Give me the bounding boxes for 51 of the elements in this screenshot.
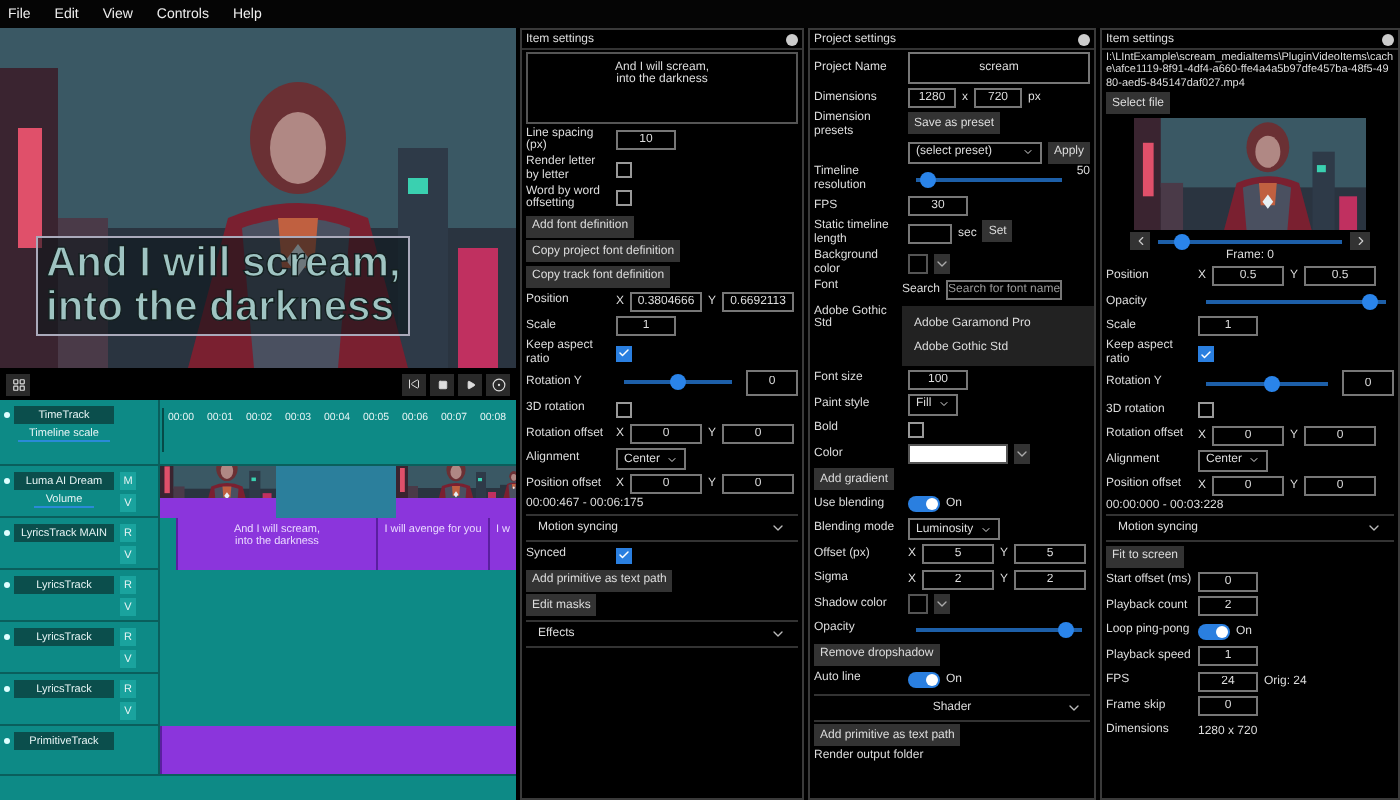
slider-thumb[interactable] [1174, 233, 1191, 250]
checkbox[interactable] [616, 345, 632, 362]
slider-thumb[interactable] [670, 374, 686, 391]
stop-icon[interactable] [430, 373, 454, 395]
chevron-right-icon [1353, 234, 1367, 249]
bullet-icon [4, 686, 10, 692]
checkbox[interactable] [616, 547, 632, 564]
bullet-icon [4, 738, 10, 744]
bullet-icon [4, 412, 10, 418]
settings-icon[interactable] [486, 373, 510, 395]
checkbox[interactable] [616, 161, 632, 178]
chevron-down-icon [1248, 454, 1261, 467]
lyrics-caption: And I will scream, into the darkness [36, 236, 411, 336]
slider-thumb[interactable] [1264, 375, 1281, 392]
chevron-left-icon [1133, 234, 1147, 249]
skip-back-icon[interactable] [402, 373, 426, 395]
primitive-clip[interactable] [160, 726, 516, 774]
checkbox[interactable] [616, 190, 632, 207]
slider-thumb[interactable] [1058, 621, 1075, 638]
chevron-down-icon [666, 453, 679, 466]
video-clip[interactable] [160, 466, 276, 518]
chevron-down-icon [937, 398, 950, 411]
slider-thumb[interactable] [919, 171, 936, 188]
toggle-switch[interactable] [908, 496, 940, 513]
chevron-down-icon [1021, 146, 1034, 159]
next-frame-button[interactable] [1350, 232, 1370, 251]
color-swatch[interactable] [908, 253, 928, 274]
close-icon[interactable] [786, 33, 798, 45]
toggle-switch[interactable] [908, 671, 940, 688]
bullet-icon [4, 582, 10, 588]
bullet-icon [4, 478, 10, 484]
close-icon[interactable] [1382, 33, 1394, 45]
close-icon[interactable] [1078, 33, 1090, 45]
input-field[interactable] [908, 223, 952, 244]
previous-frame-button[interactable] [1130, 232, 1150, 251]
grid-icon[interactable] [6, 373, 30, 395]
bullet-icon [4, 634, 10, 640]
bullet-icon [4, 530, 10, 536]
chevron-down-icon [979, 523, 992, 536]
color-dropdown-button[interactable] [934, 594, 950, 615]
color-dropdown-button[interactable] [1014, 444, 1030, 465]
checkbox[interactable] [616, 401, 632, 418]
toggle-switch[interactable] [1198, 623, 1230, 640]
slider-thumb[interactable] [1361, 293, 1378, 310]
color-swatch[interactable] [908, 444, 1008, 465]
color-swatch[interactable] [908, 594, 928, 615]
color-dropdown-button[interactable] [934, 253, 950, 274]
checkbox[interactable] [1198, 402, 1214, 419]
play-icon[interactable] [458, 373, 482, 395]
checkbox[interactable] [908, 421, 924, 438]
checkbox[interactable] [1198, 346, 1214, 363]
